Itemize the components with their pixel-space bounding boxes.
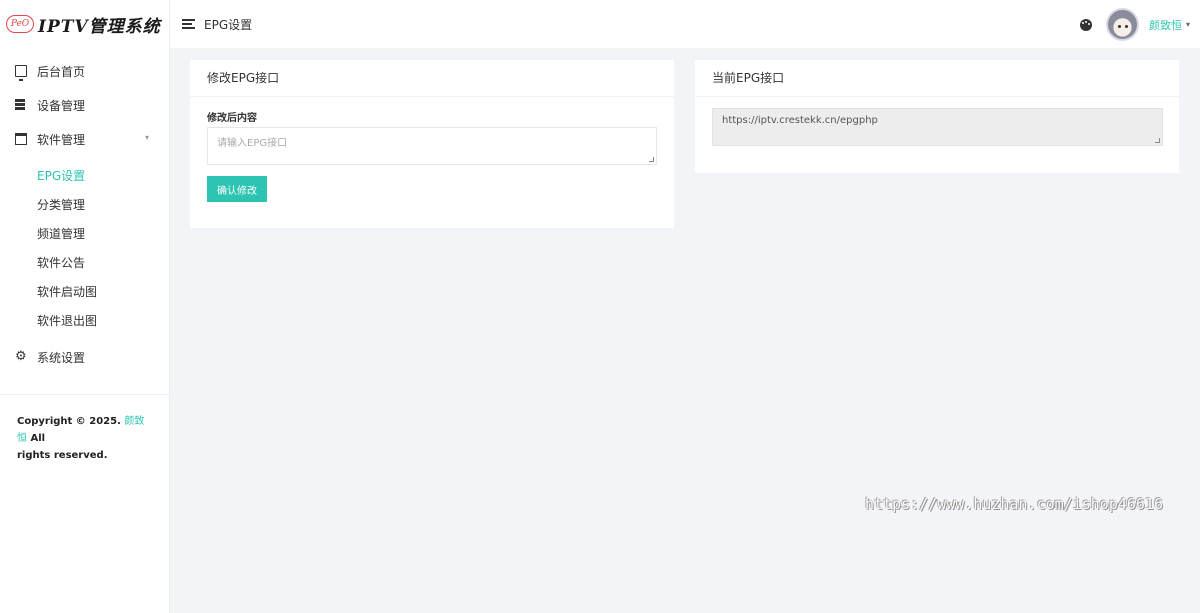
header-right: 颜致恒 ▾	[1079, 8, 1190, 41]
page-title: EPG设置	[204, 17, 253, 32]
current-epg-card: 当前EPG接口 https://iptv.crestekk.cn/epgphp	[695, 60, 1179, 173]
copyright-prefix: Copyright © 2025.	[17, 416, 121, 427]
card-title: 修改EPG接口	[190, 60, 674, 97]
brand-logo-icon: PeO	[6, 15, 34, 33]
current-epg-value: https://iptv.crestekk.cn/epgphp	[722, 115, 878, 126]
monitor-icon	[15, 65, 27, 81]
sidebar-item-label: 系统设置	[37, 350, 86, 365]
top-header: EPG设置 颜致恒 ▾	[170, 0, 1200, 48]
chevron-down-icon[interactable]: ▾	[1186, 20, 1190, 29]
sidebar-subitem-category[interactable]: 分类管理	[0, 190, 169, 219]
watermark: https://www.huzhan.com/ishop46616	[865, 495, 1164, 513]
sidebar-item-label: 设备管理	[37, 98, 86, 113]
database-icon	[15, 99, 27, 111]
avatar[interactable]	[1105, 8, 1139, 41]
sidebar-item-software[interactable]: 软件管理 ▾	[0, 122, 169, 156]
card-body: https://iptv.crestekk.cn/epgphp	[695, 97, 1179, 158]
sidebar-subitem-channel[interactable]: 频道管理	[0, 219, 169, 248]
edit-epg-card: 修改EPG接口 修改后内容 请输入EPG接口 确认修改	[190, 60, 674, 228]
resize-handle-icon[interactable]	[649, 157, 654, 162]
current-epg-field[interactable]: https://iptv.crestekk.cn/epgphp	[712, 108, 1163, 146]
brand-name: IPTV管理系统	[38, 16, 161, 37]
sidebar-subitem-splash[interactable]: 软件启动图	[0, 277, 169, 306]
sidebar-nav: 后台首页 设备管理 软件管理 ▾ EPG设置 分类管理 频道管理 软件公告 软件…	[0, 48, 169, 374]
sidebar: PeO IPTV管理系统 后台首页 设备管理 软件管理 ▾ EPG设置 分类管理…	[0, 0, 170, 613]
epg-input[interactable]: 请输入EPG接口	[207, 127, 657, 165]
resize-handle-icon[interactable]	[1155, 138, 1160, 143]
sidebar-item-label: 后台首页	[37, 64, 86, 79]
sidebar-subitem-exit[interactable]: 软件退出图	[0, 306, 169, 335]
window-icon	[15, 133, 27, 145]
chevron-down-icon: ▾	[144, 133, 149, 142]
sidebar-item-settings[interactable]: ⚙ 系统设置	[0, 340, 169, 374]
palette-icon[interactable]	[1079, 18, 1092, 31]
field-label: 修改后内容	[207, 113, 257, 124]
copyright: Copyright © 2025. 颜致恒 All rights reserve…	[0, 395, 169, 464]
card-body: 修改后内容 请输入EPG接口 确认修改	[190, 97, 674, 214]
sidebar-subitem-notice[interactable]: 软件公告	[0, 248, 169, 277]
confirm-button[interactable]: 确认修改	[207, 176, 267, 202]
sidebar-item-devices[interactable]: 设备管理	[0, 88, 169, 122]
sidebar-item-label: 软件管理	[37, 132, 86, 147]
card-title: 当前EPG接口	[695, 60, 1179, 97]
copyright-suffix: rights reserved.	[17, 450, 108, 461]
sidebar-subitem-epg[interactable]: EPG设置	[0, 161, 169, 190]
username-menu[interactable]: 颜致恒	[1149, 17, 1182, 33]
brand[interactable]: PeO IPTV管理系统	[0, 0, 169, 48]
sidebar-item-home[interactable]: 后台首页	[0, 54, 169, 88]
copyright-all: All	[30, 433, 46, 444]
menu-toggle-icon[interactable]	[182, 19, 195, 29]
gear-icon: ⚙	[15, 349, 27, 364]
epg-input-placeholder: 请输入EPG接口	[217, 138, 288, 149]
software-submenu: EPG设置 分类管理 频道管理 软件公告 软件启动图 软件退出图	[0, 156, 169, 340]
